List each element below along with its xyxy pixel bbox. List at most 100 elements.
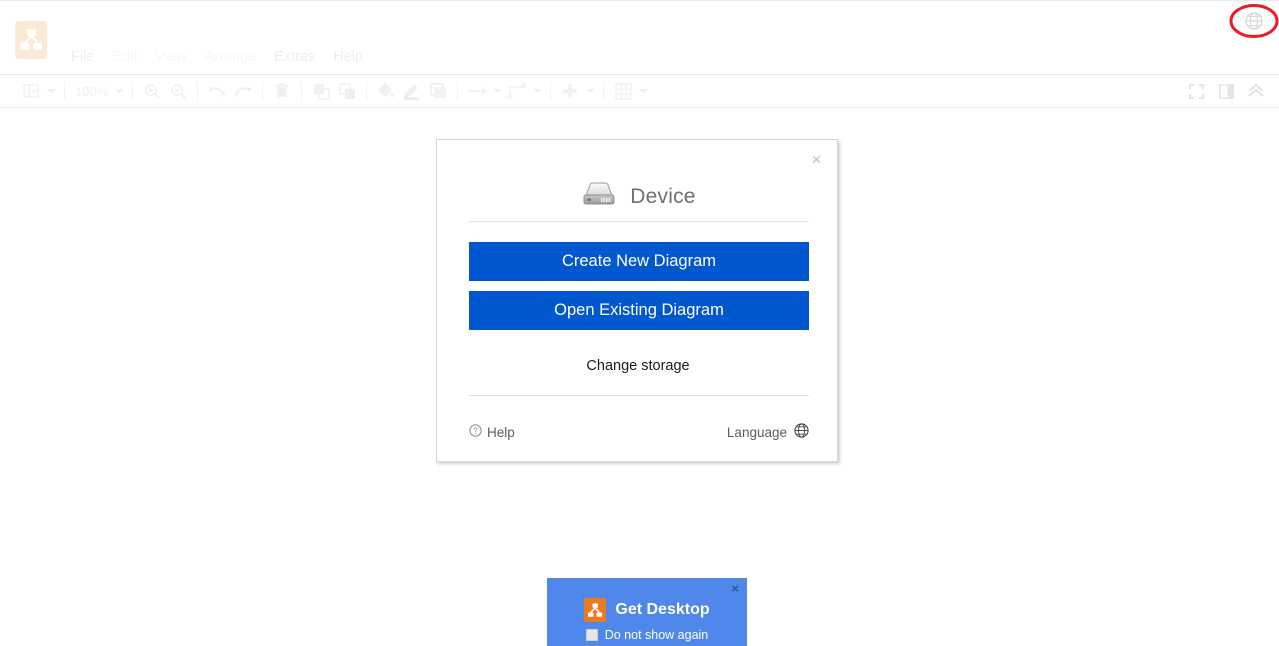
shadow-icon[interactable]: [425, 75, 451, 107]
format-panel-glyph: [1218, 83, 1234, 99]
fit-page-icon[interactable]: [1183, 75, 1209, 107]
create-new-diagram-button[interactable]: Create New Diagram: [469, 242, 809, 281]
svg-text:?: ?: [473, 427, 478, 436]
help-label: Help: [487, 424, 515, 440]
zoom-out-icon[interactable]: [165, 75, 191, 107]
menu-item-list: File Edit View Arrange Extras Help: [62, 46, 372, 68]
fit-page-glyph: [1188, 83, 1204, 99]
zoom-in-icon[interactable]: [139, 75, 165, 107]
chevron-down-icon: [638, 89, 648, 94]
toolbar-separator: [366, 82, 368, 100]
dialog-divider-bottom: [469, 395, 809, 396]
toolbar-separator: [603, 82, 605, 100]
chevron-down-icon: [532, 89, 542, 94]
menu-item-edit[interactable]: Edit: [103, 46, 146, 68]
menu-item-arrange[interactable]: Arrange: [196, 46, 266, 68]
hard-drive-icon: [580, 180, 618, 215]
menu-item-view[interactable]: View: [146, 46, 195, 68]
waypoints-dropdown-caret[interactable]: [530, 75, 544, 107]
layers-panel-icon[interactable]: [18, 75, 44, 107]
chevron-up-glyph: [1248, 84, 1264, 97]
splash-dialog: × Device Create New Diagram Open Existin…: [436, 139, 838, 462]
table-dropdown-caret[interactable]: [636, 75, 650, 107]
table-grid-icon[interactable]: [610, 75, 636, 107]
waypoints-icon[interactable]: [504, 75, 530, 107]
send-to-back-glyph: [339, 82, 355, 99]
help-circle-icon: ?: [469, 424, 482, 440]
globe-glyph: [1245, 12, 1263, 30]
globe-glyph: [794, 423, 809, 438]
toolbar-separator: [64, 82, 65, 100]
redo-icon[interactable]: [230, 75, 256, 107]
drawio-logo-icon[interactable]: [15, 21, 47, 59]
window-top-edge: [0, 0, 1279, 1]
drawio-logo-glyph: [588, 603, 603, 617]
banner-checkbox-row: Do not show again: [547, 628, 747, 642]
zoom-out-glyph: [170, 83, 186, 99]
do-not-show-again-label: Do not show again: [604, 628, 709, 642]
trash-icon[interactable]: [269, 75, 295, 107]
table-grid-glyph: [615, 82, 632, 100]
send-to-back-icon[interactable]: [334, 75, 360, 107]
dialog-footer: ? Help Language: [469, 421, 809, 443]
waypoints-glyph: [508, 83, 527, 99]
chevron-down-icon: [492, 89, 502, 94]
fill-color-icon[interactable]: [373, 75, 399, 107]
close-icon[interactable]: ×: [808, 151, 825, 168]
menu-item-extras[interactable]: Extras: [265, 46, 324, 68]
menu-item-file[interactable]: File: [62, 46, 103, 68]
toolbar-group-view: 100%: [18, 75, 650, 107]
banner-close-icon[interactable]: ×: [731, 582, 739, 595]
chevron-down-icon: [585, 89, 595, 94]
trash-glyph: [276, 83, 289, 97]
globe-icon: [794, 423, 809, 441]
menu-item-help[interactable]: Help: [324, 46, 372, 68]
help-circle-glyph: ?: [469, 424, 482, 437]
banner-main-row[interactable]: Get Desktop: [547, 598, 747, 622]
zoom-in-glyph: [144, 83, 160, 99]
chevron-up-icon[interactable]: [1243, 75, 1269, 107]
fill-color-glyph: [378, 83, 395, 97]
zoom-level-label[interactable]: 100%: [71, 84, 112, 99]
drawio-logo-icon: [584, 598, 607, 622]
layers-dropdown-caret[interactable]: [44, 75, 58, 107]
chevron-down-icon: [114, 89, 124, 94]
zoom-dropdown-caret[interactable]: [112, 75, 126, 107]
language-label: Language: [726, 424, 787, 440]
undo-icon[interactable]: [204, 75, 230, 107]
storage-header: Device: [437, 174, 839, 220]
do-not-show-again-checkbox[interactable]: [585, 629, 598, 641]
connection-arrow-glyph: [467, 87, 488, 95]
menu-bar: File Edit View Arrange Extras Help: [0, 0, 1279, 75]
get-desktop-banner: × Get Desktop Do not show again: [547, 578, 747, 646]
open-existing-diagram-button[interactable]: Open Existing Diagram: [469, 291, 809, 330]
bring-to-front-glyph: [313, 83, 330, 100]
insert-plus-icon[interactable]: [557, 75, 583, 107]
toolbar-separator: [132, 82, 134, 100]
toolbar-separator: [262, 82, 264, 100]
connection-dropdown-caret[interactable]: [490, 75, 504, 107]
toolbar-separator: [301, 82, 303, 100]
banner-title: Get Desktop: [615, 601, 710, 618]
connection-arrow-icon[interactable]: [464, 75, 490, 107]
chevron-down-icon: [46, 89, 56, 94]
storage-title: Device: [630, 185, 696, 208]
drawio-logo-glyph: [20, 29, 42, 50]
line-color-icon[interactable]: [399, 75, 425, 107]
line-color-glyph: [404, 84, 420, 100]
toolbar-separator: [197, 82, 199, 100]
language-link[interactable]: Language: [727, 423, 809, 441]
help-link[interactable]: ? Help: [469, 424, 515, 440]
bring-to-front-icon[interactable]: [308, 75, 334, 107]
insert-plus-glyph: [563, 84, 578, 98]
editor-toolbar: 100%: [0, 75, 1279, 108]
format-panel-icon[interactable]: [1213, 75, 1239, 107]
dialog-divider-top: [469, 221, 809, 222]
change-storage-link[interactable]: Change storage: [437, 358, 839, 374]
hard-drive-glyph: [583, 182, 615, 204]
undo-glyph: [209, 87, 226, 97]
shadow-glyph: [429, 83, 446, 98]
insert-dropdown-caret[interactable]: [583, 75, 597, 107]
language-globe-icon[interactable]: [1243, 10, 1265, 32]
redo-glyph: [235, 87, 252, 97]
